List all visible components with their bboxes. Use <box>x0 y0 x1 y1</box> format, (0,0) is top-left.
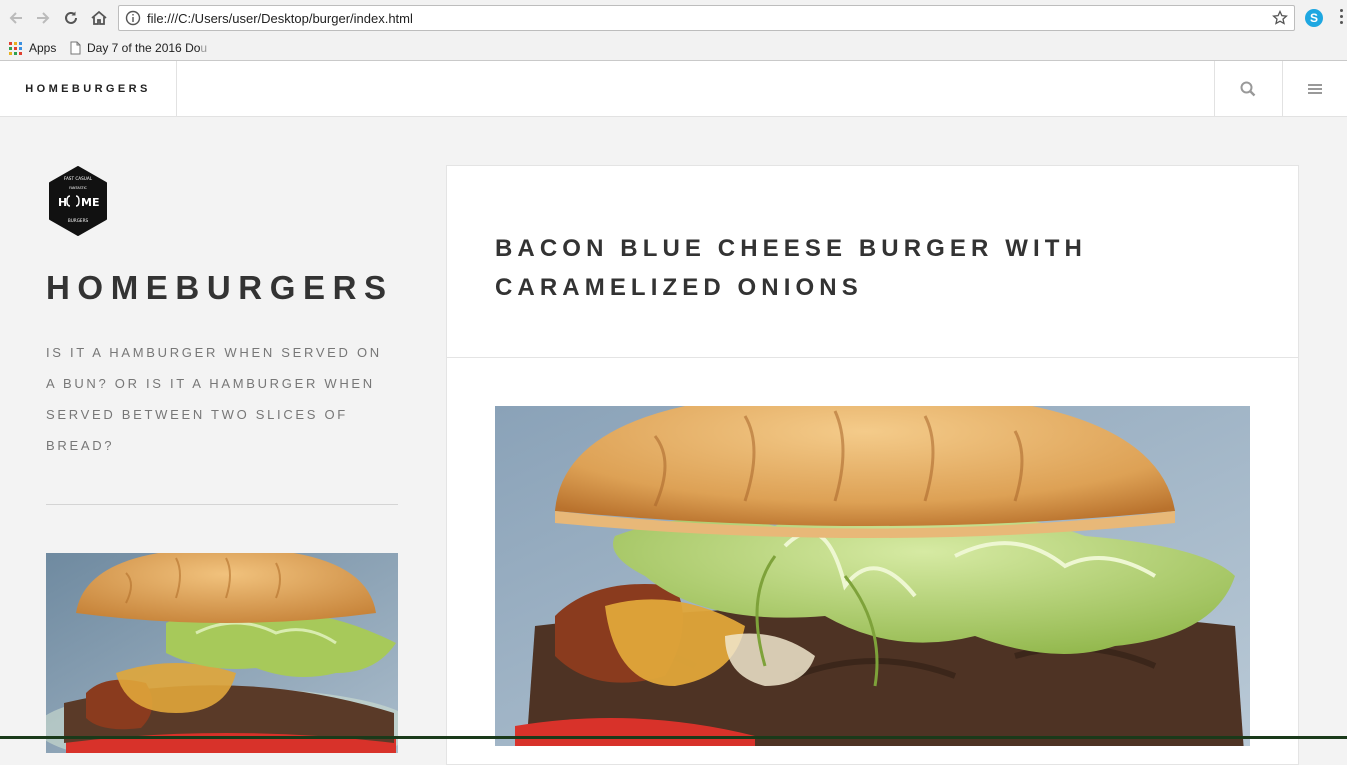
reload-icon[interactable] <box>61 8 81 28</box>
info-icon[interactable] <box>125 10 141 26</box>
logo-bottom-text: BURGERS <box>68 218 89 223</box>
hamburger-menu-icon <box>1308 83 1322 94</box>
logo-word-left: H <box>58 196 67 209</box>
apps-shortcut[interactable]: Apps <box>9 38 56 58</box>
page-icon <box>70 41 81 55</box>
bookmark-label-fade: u <box>200 41 208 55</box>
logo-top-text: FAST CASUAL <box>64 176 93 181</box>
bookmark-item[interactable]: Day 7 of the 2016 Dou <box>70 38 207 58</box>
search-icon <box>1240 81 1255 96</box>
sidebar-burger-photo[interactable] <box>46 553 398 753</box>
post-card: Bacon Blue Cheese Burger with Caramelize… <box>446 165 1299 765</box>
header-brand[interactable]: HOMEBURGERS <box>0 61 177 116</box>
post-burger-photo[interactable] <box>495 406 1250 746</box>
site-header: HOMEBURGERS <box>0 61 1347 117</box>
logo-middle-text: FANTASTIC <box>69 186 87 190</box>
site-logo[interactable]: FAST CASUAL FANTASTIC H ME BURGERS <box>46 166 110 236</box>
sidebar-divider <box>46 504 398 505</box>
forward-arrow-icon[interactable] <box>33 8 53 28</box>
logo-word-right: ME <box>81 196 99 209</box>
menu-button[interactable] <box>1282 61 1347 116</box>
site-tagline: Is it a hamburger when served on a bun? … <box>46 345 382 453</box>
site-title[interactable]: HOMEBURGERS <box>46 269 394 307</box>
bookmark-label: Day 7 of the 2016 Do <box>87 41 201 55</box>
post-title[interactable]: Bacon Blue Cheese Burger with Caramelize… <box>495 229 1215 307</box>
bookmarks-bar: Apps Day 7 of the 2016 Dou <box>0 36 1347 61</box>
menu-kebab-icon[interactable] <box>1340 9 1344 27</box>
address-bar[interactable]: file:///C:/Users/user/Desktop/burger/ind… <box>118 5 1295 31</box>
card-divider <box>447 357 1298 358</box>
url-text[interactable]: file:///C:/Users/user/Desktop/burger/ind… <box>147 11 413 26</box>
skype-icon[interactable]: S <box>1305 9 1323 27</box>
back-arrow-icon[interactable] <box>6 8 26 28</box>
bookmark-star-icon[interactable] <box>1272 10 1288 26</box>
apps-grid-icon <box>9 41 22 55</box>
search-button[interactable] <box>1214 61 1280 116</box>
browser-toolbar: file:///C:/Users/user/Desktop/burger/ind… <box>0 0 1347 36</box>
home-icon[interactable] <box>89 8 109 28</box>
apps-label: Apps <box>29 41 57 55</box>
